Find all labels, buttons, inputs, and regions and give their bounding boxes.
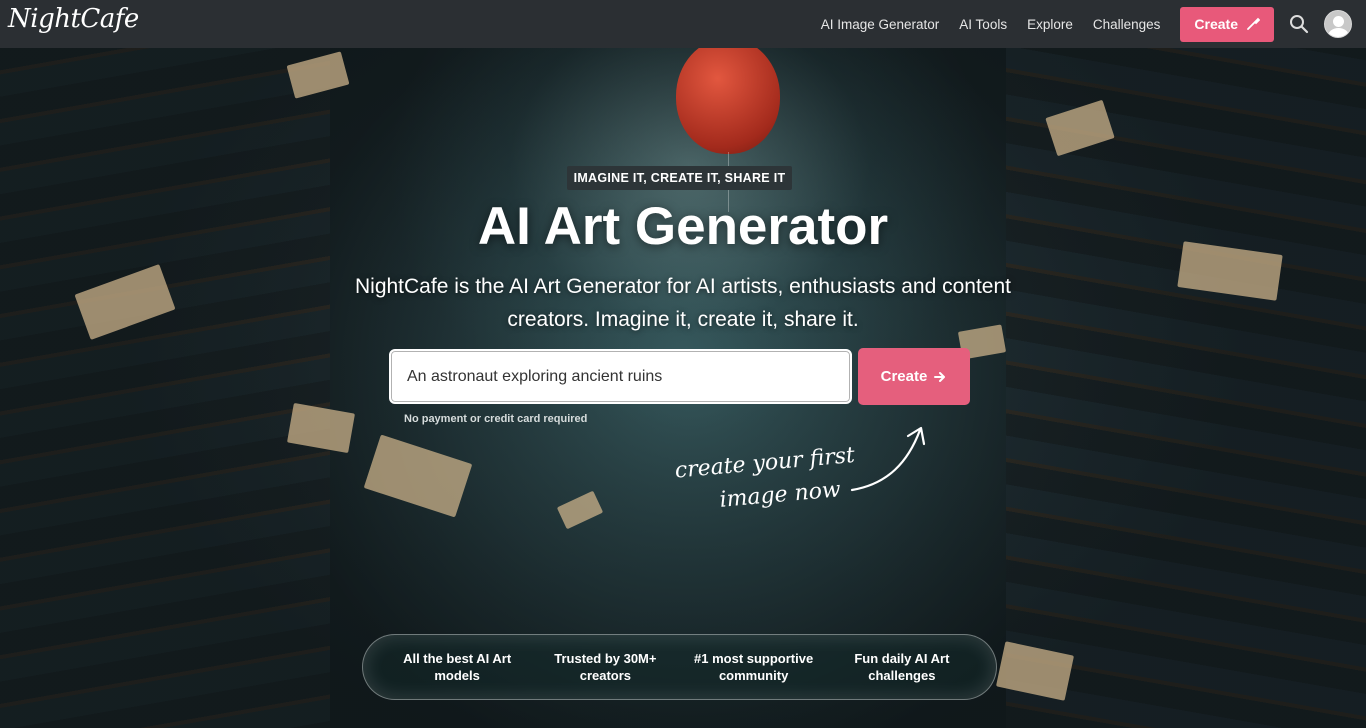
brush-icon [1247,17,1260,30]
hero-create-label: Create [880,368,928,385]
hero-badge: IMAGINE IT, CREATE IT, SHARE IT [567,166,792,190]
features-bar: All the best AI Art models Trusted by 30… [362,634,997,700]
prompt-input[interactable] [407,367,850,386]
hero-create-button[interactable]: Create [858,348,970,405]
red-balloon [676,48,780,154]
feature-item: Fun daily AI Art challenges [854,650,950,684]
prompt-field[interactable] [389,349,852,404]
page-title: AI Art Generator [477,197,889,256]
nav-create-button[interactable]: Create [1180,6,1274,42]
nav-challenges[interactable]: Challenges [1093,17,1161,32]
nav-explore[interactable]: Explore [1027,17,1073,32]
feature-item: #1 most supportive community [694,650,814,684]
hero-section: IMAGINE IT, CREATE IT, SHARE IT AI Art G… [0,48,1366,728]
curved-arrow-icon [850,426,926,492]
arrow-right-icon [934,371,946,382]
nav-create-label: Create [1194,16,1238,32]
nav-ai-tools[interactable]: AI Tools [959,17,1007,32]
search-icon[interactable] [1288,13,1310,35]
nav-ai-image-generator[interactable]: AI Image Generator [821,17,940,32]
top-navbar: NightCafe AI Image Generator AI Tools Ex… [0,0,1366,48]
hero-subtitle: NightCafe is the AI Art Generator for AI… [354,275,1011,331]
feature-item: Trusted by 30M+ creators [554,650,657,684]
nightcafe-logo[interactable]: NightCafe [8,4,139,34]
no-payment-note: No payment or credit card required [404,413,588,425]
nav-links: AI Image Generator AI Tools Explore Chal… [821,0,1366,48]
feature-item: All the best AI Art models [403,650,512,684]
avatar-icon[interactable] [1324,10,1352,38]
